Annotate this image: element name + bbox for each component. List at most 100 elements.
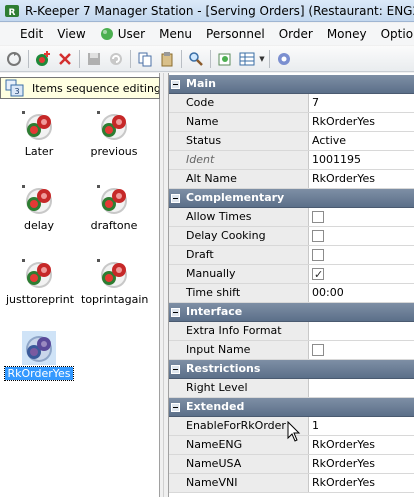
property-value: 1001195: [309, 151, 414, 169]
grid-view-dropdown[interactable]: ▼: [258, 48, 266, 70]
row-gutter: [169, 132, 181, 150]
section-main[interactable]: Main: [169, 75, 414, 94]
grid-view-button[interactable]: [236, 48, 258, 70]
menu-menu-label: Menu: [159, 27, 193, 41]
green-status-icon: [100, 28, 113, 40]
delay-cooking-checkbox[interactable]: [312, 230, 324, 242]
property-name: Status: [181, 132, 309, 150]
refresh-button[interactable]: [3, 48, 25, 70]
property-name: Delay Cooking: [181, 227, 309, 245]
property-row[interactable]: Input Name: [169, 341, 414, 360]
property-value: [309, 265, 414, 283]
section-toggle[interactable]: [169, 75, 181, 93]
property-value[interactable]: [309, 379, 414, 397]
property-row[interactable]: Draft: [169, 246, 414, 265]
list-item[interactable]: justtoreprint: [4, 257, 74, 317]
property-value[interactable]: 1: [309, 417, 414, 435]
menu-view[interactable]: View: [50, 23, 92, 45]
list-item-selected[interactable]: RkOrderYes: [4, 331, 74, 391]
row-gutter: [169, 284, 181, 302]
section-toggle[interactable]: [169, 189, 181, 207]
save-icon: [88, 52, 100, 65]
list-item[interactable]: draftone: [79, 183, 149, 243]
property-row[interactable]: Right Level: [169, 379, 414, 398]
modifier-icon: [97, 259, 127, 288]
menu-edit-label: Edit: [20, 27, 44, 41]
property-name: Time shift: [181, 284, 309, 302]
menu-order-label: Order: [278, 27, 313, 41]
menu-order[interactable]: Order: [272, 23, 320, 45]
property-value[interactable]: [309, 322, 414, 340]
list-item-label: previous: [90, 145, 138, 158]
find-icon: [189, 51, 203, 66]
property-name: Extra Info Format: [181, 322, 309, 340]
property-row[interactable]: Code 7: [169, 94, 414, 113]
row-gutter: [169, 322, 181, 340]
draft-checkbox[interactable]: [312, 249, 324, 261]
menu-personnel[interactable]: Personnel: [199, 23, 272, 45]
menu-options[interactable]: Options: [374, 23, 414, 45]
property-value[interactable]: Active: [309, 132, 414, 150]
menu-user[interactable]: User: [93, 23, 152, 45]
delete-button[interactable]: [54, 48, 76, 70]
property-value[interactable]: RkOrderYes: [309, 170, 414, 188]
section-extended[interactable]: Extended: [169, 398, 414, 417]
grid-view-icon: [239, 52, 255, 65]
property-row[interactable]: Time shift 00:00: [169, 284, 414, 303]
section-interface[interactable]: Interface: [169, 303, 414, 322]
undo-button[interactable]: [105, 48, 127, 70]
property-row[interactable]: Ident 1001195: [169, 151, 414, 170]
property-value[interactable]: RkOrderYes: [309, 474, 414, 492]
property-name: Manually: [181, 265, 309, 283]
property-row[interactable]: Name RkOrderYes: [169, 113, 414, 132]
property-value[interactable]: RkOrderYes: [309, 436, 414, 454]
property-value: [309, 208, 414, 226]
property-name: Ident: [181, 151, 309, 169]
property-value[interactable]: RkOrderYes: [309, 455, 414, 473]
paste-button[interactable]: [156, 48, 178, 70]
property-name: Input Name: [181, 341, 309, 359]
property-row[interactable]: NameVNI RkOrderYes: [169, 474, 414, 493]
manually-checkbox[interactable]: [312, 266, 324, 283]
section-complementary[interactable]: Complementary: [169, 189, 414, 208]
mouse-cursor-icon: [287, 421, 301, 442]
modifier-icon: [22, 185, 52, 214]
menu-menu[interactable]: Menu: [152, 23, 199, 45]
menu-edit[interactable]: Edit: [13, 23, 50, 45]
row-gutter: [169, 341, 181, 359]
row-gutter: [169, 208, 181, 226]
input-name-checkbox[interactable]: [312, 344, 324, 356]
save-button[interactable]: [83, 48, 105, 70]
menu-view-label: View: [57, 27, 86, 41]
property-row[interactable]: NameUSA RkOrderYes: [169, 455, 414, 474]
property-value[interactable]: 7: [309, 94, 414, 112]
collapse-icon: [170, 193, 180, 203]
list-item[interactable]: previous: [79, 109, 149, 169]
property-row[interactable]: Manually: [169, 265, 414, 284]
copy-button[interactable]: [134, 48, 156, 70]
property-row[interactable]: Alt Name RkOrderYes: [169, 170, 414, 189]
row-gutter: [169, 265, 181, 283]
property-row[interactable]: Status Active: [169, 132, 414, 151]
settings-button[interactable]: [273, 48, 295, 70]
list-item[interactable]: Later: [4, 109, 74, 169]
section-toggle[interactable]: [169, 398, 181, 416]
panel-splitter[interactable]: [161, 73, 168, 497]
list-item[interactable]: toprintagain: [79, 257, 149, 317]
property-row[interactable]: Allow Times: [169, 208, 414, 227]
list-item[interactable]: delay: [4, 183, 74, 243]
section-toggle[interactable]: [169, 360, 181, 378]
export-button[interactable]: [214, 48, 236, 70]
title-bar: R R-Keeper 7 Manager Station - [Serving …: [0, 0, 414, 22]
property-value: [309, 227, 414, 245]
allow-times-checkbox[interactable]: [312, 211, 324, 223]
section-toggle[interactable]: [169, 303, 181, 321]
property-row[interactable]: Delay Cooking: [169, 227, 414, 246]
add-item-button[interactable]: [32, 48, 54, 70]
menu-money[interactable]: Money: [320, 23, 374, 45]
section-restrictions[interactable]: Restrictions: [169, 360, 414, 379]
property-value[interactable]: 00:00: [309, 284, 414, 302]
property-value[interactable]: RkOrderYes: [309, 113, 414, 131]
property-row[interactable]: Extra Info Format: [169, 322, 414, 341]
find-button[interactable]: [185, 48, 207, 70]
